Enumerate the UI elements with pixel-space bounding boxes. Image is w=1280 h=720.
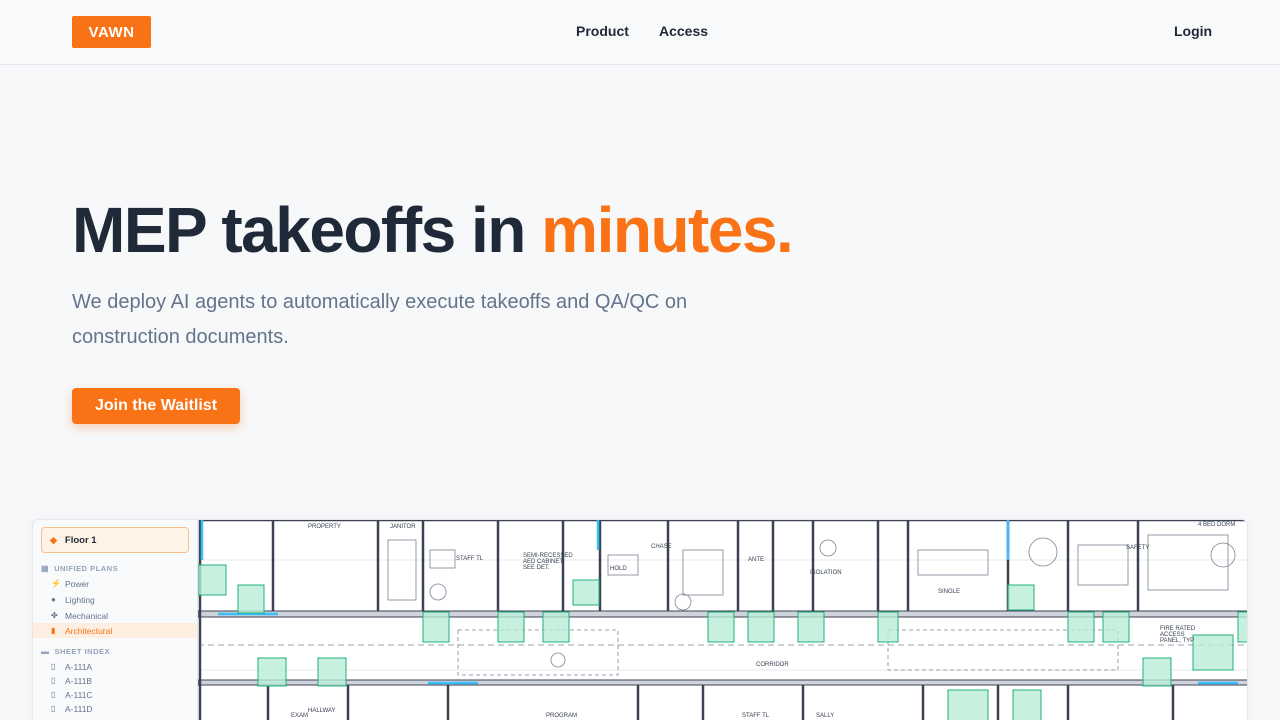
bolt-icon: ⚡	[51, 579, 61, 588]
grid-icon: ▦	[41, 564, 50, 573]
product-preview: ◆ Floor 1 ▦ UNIFIED PLANS ⚡ Power ● Ligh…	[32, 519, 1248, 720]
login-link[interactable]: Login	[1174, 23, 1212, 39]
plan-item-label: Mechanical	[65, 610, 108, 621]
plan-label-janitor: JANITOR	[390, 524, 416, 530]
bulb-icon: ●	[51, 595, 56, 604]
top-navbar: VAWN Product Access Login	[0, 0, 1280, 65]
plan-label-hold: HOLD	[610, 566, 627, 572]
floor-label: Floor 1	[64, 534, 97, 546]
sheet-item-a111b[interactable]: ▯ A-111B	[33, 673, 197, 688]
floor-plan-viewer[interactable]: PROPERTY JANITOR STAFF TL SEMI-RECESSED …	[197, 520, 1247, 720]
sheet-item-a111a[interactable]: ▯ A-111A	[33, 659, 197, 674]
plan-label-exam: EXAM	[291, 713, 308, 719]
plan-label-seedet: SEE DET.	[523, 565, 550, 571]
plan-label-sally: SALLY	[816, 713, 834, 719]
sheet-item-a111c[interactable]: ▯ A-111C	[33, 687, 197, 702]
plan-label-hallway: HALLWAY	[308, 708, 336, 714]
hero-title: MEP takeoffs in minutes.	[72, 190, 794, 270]
plan-label-ante: ANTE	[748, 557, 764, 563]
plan-label-staff-tl-2: STAFF TL	[742, 713, 770, 719]
file-icon: ▯	[51, 676, 56, 685]
unified-plans-label: UNIFIED PLANS	[54, 564, 119, 573]
floor-selector[interactable]: ◆ Floor 1	[41, 527, 189, 553]
sheet-index-label: SHEET INDEX	[54, 647, 111, 656]
file-icon: ▯	[51, 690, 56, 699]
vawn-logo[interactable]: VAWN	[72, 16, 151, 48]
plan-label-single: SINGLE	[938, 589, 960, 595]
building-icon: ▮	[51, 626, 56, 635]
plan-item-architectural[interactable]: ▮ Architectural	[33, 623, 197, 638]
hero-title-main: MEP takeoffs in	[72, 194, 542, 266]
file-icon: ▯	[51, 662, 56, 671]
hero-title-accent: minutes.	[541, 194, 794, 266]
join-waitlist-button[interactable]: Join the Waitlist	[72, 388, 240, 424]
sheet-item-label: A-111D	[65, 703, 93, 714]
sheet-item-a111d[interactable]: ▯ A-111D	[33, 701, 197, 716]
hero-subtitle: We deploy AI agents to automatically exe…	[72, 291, 688, 348]
sheet-index-header: ▬ SHEET INDEX	[41, 647, 110, 656]
plan-label-property: PROPERTY	[308, 524, 341, 530]
plan-label-chase: CHASE	[651, 544, 672, 550]
fan-icon: ✤	[51, 611, 58, 620]
plan-item-mechanical[interactable]: ✤ Mechanical	[33, 608, 197, 623]
plan-item-label: Power	[65, 578, 90, 589]
plan-label-4bed: 4 BED DORM	[1198, 522, 1235, 528]
plan-label-staff-tl: STAFF TL	[456, 556, 484, 562]
nav-product-link[interactable]: Product	[576, 23, 629, 39]
plan-item-lighting[interactable]: ● Lighting	[33, 592, 197, 607]
plan-label-panel: PANEL, TYP	[1160, 638, 1194, 644]
sheet-item-label: A-111C	[65, 689, 93, 700]
plan-item-power[interactable]: ⚡ Power	[33, 576, 197, 591]
floor-plan-drawing: PROPERTY JANITOR STAFF TL SEMI-RECESSED …	[197, 520, 1247, 720]
plan-label-safety: SAFETY	[1126, 545, 1149, 551]
sheet-item-label: A-111A	[65, 661, 93, 672]
folder-icon: ▬	[41, 647, 50, 656]
plan-label-program: PROGRAM	[546, 713, 577, 719]
file-icon: ▯	[51, 704, 56, 713]
plan-sidebar: ◆ Floor 1 ▦ UNIFIED PLANS ⚡ Power ● Ligh…	[33, 520, 198, 720]
layers-icon: ◆	[50, 534, 57, 545]
nav-access-link[interactable]: Access	[659, 23, 708, 39]
plan-item-label: Architectural	[65, 625, 113, 636]
unified-plans-header: ▦ UNIFIED PLANS	[41, 564, 118, 573]
plan-label-corridor: CORRIDOR	[756, 662, 789, 668]
plan-item-label: Lighting	[65, 594, 95, 605]
plan-label-isolation: ISOLATION	[810, 570, 842, 576]
sheet-item-label: A-111B	[65, 675, 93, 686]
